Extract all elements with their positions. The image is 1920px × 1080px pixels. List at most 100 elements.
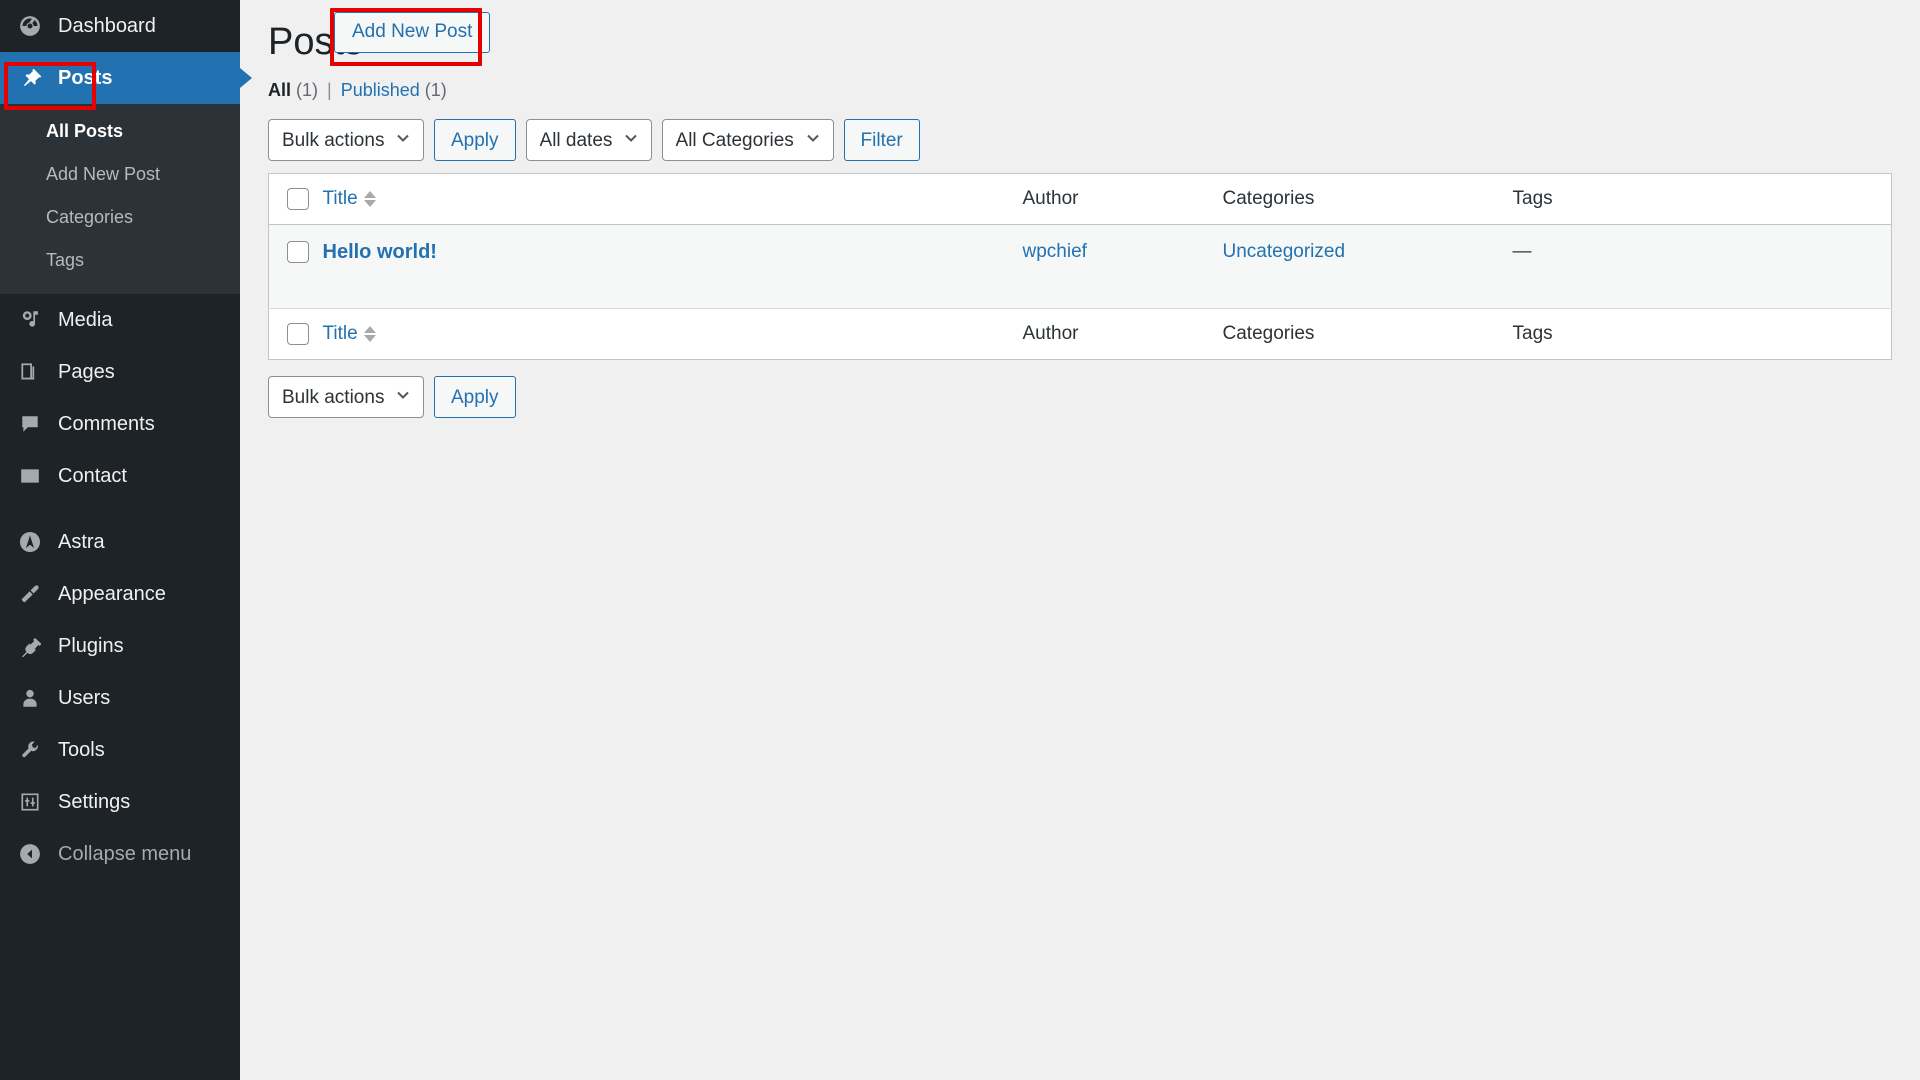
- bulk-actions-select-wrap-bottom: Bulk actions: [268, 376, 424, 419]
- sort-by-title-link-bottom[interactable]: Title: [323, 323, 376, 345]
- column-footer-title: Title: [322, 308, 1023, 360]
- comments-icon: [12, 413, 48, 435]
- sidebar-item-label: Collapse menu: [58, 843, 192, 865]
- select-all-checkbox-bottom[interactable]: [287, 323, 309, 346]
- post-tags-value: —: [1512, 241, 1532, 263]
- menu-separator: [0, 502, 240, 516]
- sort-arrows-icon: [363, 191, 376, 208]
- collapse-arrow-icon: [12, 843, 48, 865]
- sidebar-collapse-menu[interactable]: Collapse menu: [0, 828, 240, 880]
- post-category-link[interactable]: Uncategorized: [1223, 241, 1346, 262]
- sidebar-item-media[interactable]: Media: [0, 294, 240, 346]
- column-header-tags: Tags: [1512, 173, 1892, 226]
- column-header-author: Author: [1022, 173, 1223, 226]
- sidebar-item-appearance[interactable]: Appearance: [0, 568, 240, 620]
- row-author-cell: wpchief: [1022, 224, 1223, 310]
- column-header-categories: Categories: [1222, 173, 1513, 226]
- sort-arrows-icon: [363, 326, 376, 343]
- sidebar-item-tools[interactable]: Tools: [0, 724, 240, 776]
- row-title-cell: Hello world!: [322, 224, 1023, 310]
- page-header: Posts Add New Post: [268, 8, 1920, 70]
- posts-table-head: Title Author Categories Tags: [268, 173, 1892, 226]
- select-all-checkbox-top[interactable]: [287, 188, 309, 211]
- row-categories-cell: Uncategorized: [1222, 224, 1513, 310]
- sliders-icon: [12, 791, 48, 813]
- submenu-item-all-posts[interactable]: All Posts: [0, 110, 240, 153]
- view-published-count: (1): [424, 80, 447, 100]
- posts-submenu: All Posts Add New Post Categories Tags: [0, 104, 240, 294]
- apply-button-top[interactable]: Apply: [434, 119, 516, 162]
- post-author-link[interactable]: wpchief: [1023, 241, 1087, 262]
- sidebar-item-label: Media: [58, 309, 113, 331]
- posts-table-body: Hello world! wpchief Uncategorized —: [268, 224, 1892, 310]
- astra-icon: [12, 530, 48, 554]
- filter-button[interactable]: Filter: [843, 119, 920, 162]
- sidebar-item-comments[interactable]: Comments: [0, 398, 240, 450]
- submenu-item-add-new-post[interactable]: Add New Post: [0, 153, 240, 196]
- submenu-item-tags[interactable]: Tags: [0, 239, 240, 282]
- sidebar-item-plugins[interactable]: Plugins: [0, 620, 240, 672]
- pages-icon: [12, 361, 48, 383]
- sidebar-item-label: Settings: [58, 791, 131, 813]
- submenu-item-categories[interactable]: Categories: [0, 196, 240, 239]
- table-header-row: Title Author Categories Tags: [268, 173, 1892, 226]
- filter-by-category-select[interactable]: All Categories: [661, 119, 834, 162]
- column-title-label: Title: [322, 323, 358, 345]
- column-footer-categories: Categories: [1222, 308, 1513, 360]
- view-all-count: (1): [296, 80, 319, 100]
- column-header-title: Title: [322, 173, 1023, 226]
- sort-by-title-link-top[interactable]: Title: [323, 188, 376, 210]
- sidebar-item-label: Dashboard: [58, 15, 156, 37]
- sidebar-item-astra[interactable]: Astra: [0, 516, 240, 568]
- views-divider: |: [327, 80, 332, 100]
- posts-table-foot: Title Author Categories Tags: [268, 308, 1892, 360]
- bulk-actions-select-wrap: Bulk actions: [268, 119, 424, 162]
- row-select-checkbox[interactable]: [287, 241, 309, 264]
- main-content: Posts Add New Post All (1) | Published (…: [240, 0, 1920, 1080]
- sidebar-item-dashboard[interactable]: Dashboard: [0, 0, 240, 52]
- media-icon: [12, 309, 48, 331]
- view-published-link[interactable]: Published: [341, 78, 420, 103]
- bulk-actions-select-bottom[interactable]: Bulk actions: [268, 376, 424, 419]
- select-all-header: [268, 173, 323, 226]
- bulk-actions-select-top[interactable]: Bulk actions: [268, 119, 424, 162]
- wp-admin-screen: Dashboard Posts All Posts Add New Post C…: [0, 0, 1920, 1080]
- post-title-link[interactable]: Hello world!: [323, 241, 437, 263]
- table-footer-row: Title Author Categories Tags: [268, 308, 1892, 360]
- column-title-label: Title: [322, 188, 358, 210]
- categories-select-wrap: All Categories: [661, 119, 834, 162]
- sidebar-item-label: Users: [58, 687, 111, 709]
- sidebar-item-contact[interactable]: Contact: [0, 450, 240, 502]
- pin-icon: [12, 67, 48, 89]
- add-new-post-button[interactable]: Add New Post: [334, 12, 491, 53]
- sidebar-item-posts[interactable]: Posts: [0, 52, 240, 104]
- sidebar-item-label: Plugins: [58, 635, 124, 657]
- dates-select-wrap: All dates: [525, 119, 652, 162]
- view-all-link[interactable]: All: [268, 78, 291, 103]
- sidebar-item-label: Comments: [58, 413, 155, 435]
- wrench-icon: [12, 739, 48, 761]
- sidebar-item-pages[interactable]: Pages: [0, 346, 240, 398]
- column-footer-tags: Tags: [1512, 308, 1892, 360]
- sidebar-item-label: Posts: [58, 67, 113, 89]
- paintbrush-icon: [12, 583, 48, 605]
- sidebar-item-label: Tools: [58, 739, 105, 761]
- posts-table: Title Author Categories Tags Hello world…: [268, 173, 1892, 361]
- sidebar-item-settings[interactable]: Settings: [0, 776, 240, 828]
- post-status-views: All (1) | Published (1): [268, 78, 1920, 103]
- sidebar-item-label: Pages: [58, 361, 115, 383]
- row-tags-cell: —: [1512, 224, 1892, 310]
- apply-button-bottom[interactable]: Apply: [434, 376, 516, 419]
- table-row[interactable]: Hello world! wpchief Uncategorized —: [268, 224, 1892, 310]
- add-new-post-wrap: Add New Post: [334, 12, 491, 53]
- filter-by-date-select[interactable]: All dates: [525, 119, 652, 162]
- tablenav-bottom: Bulk actions Apply: [268, 376, 1920, 419]
- sidebar-item-label: Appearance: [58, 583, 166, 605]
- select-all-footer: [268, 308, 323, 360]
- sidebar-item-label: Astra: [58, 531, 105, 553]
- user-icon: [12, 687, 48, 709]
- sidebar-item-users[interactable]: Users: [0, 672, 240, 724]
- row-checkbox-cell: [268, 224, 323, 310]
- admin-sidebar: Dashboard Posts All Posts Add New Post C…: [0, 0, 240, 1080]
- dashboard-icon: [12, 15, 48, 37]
